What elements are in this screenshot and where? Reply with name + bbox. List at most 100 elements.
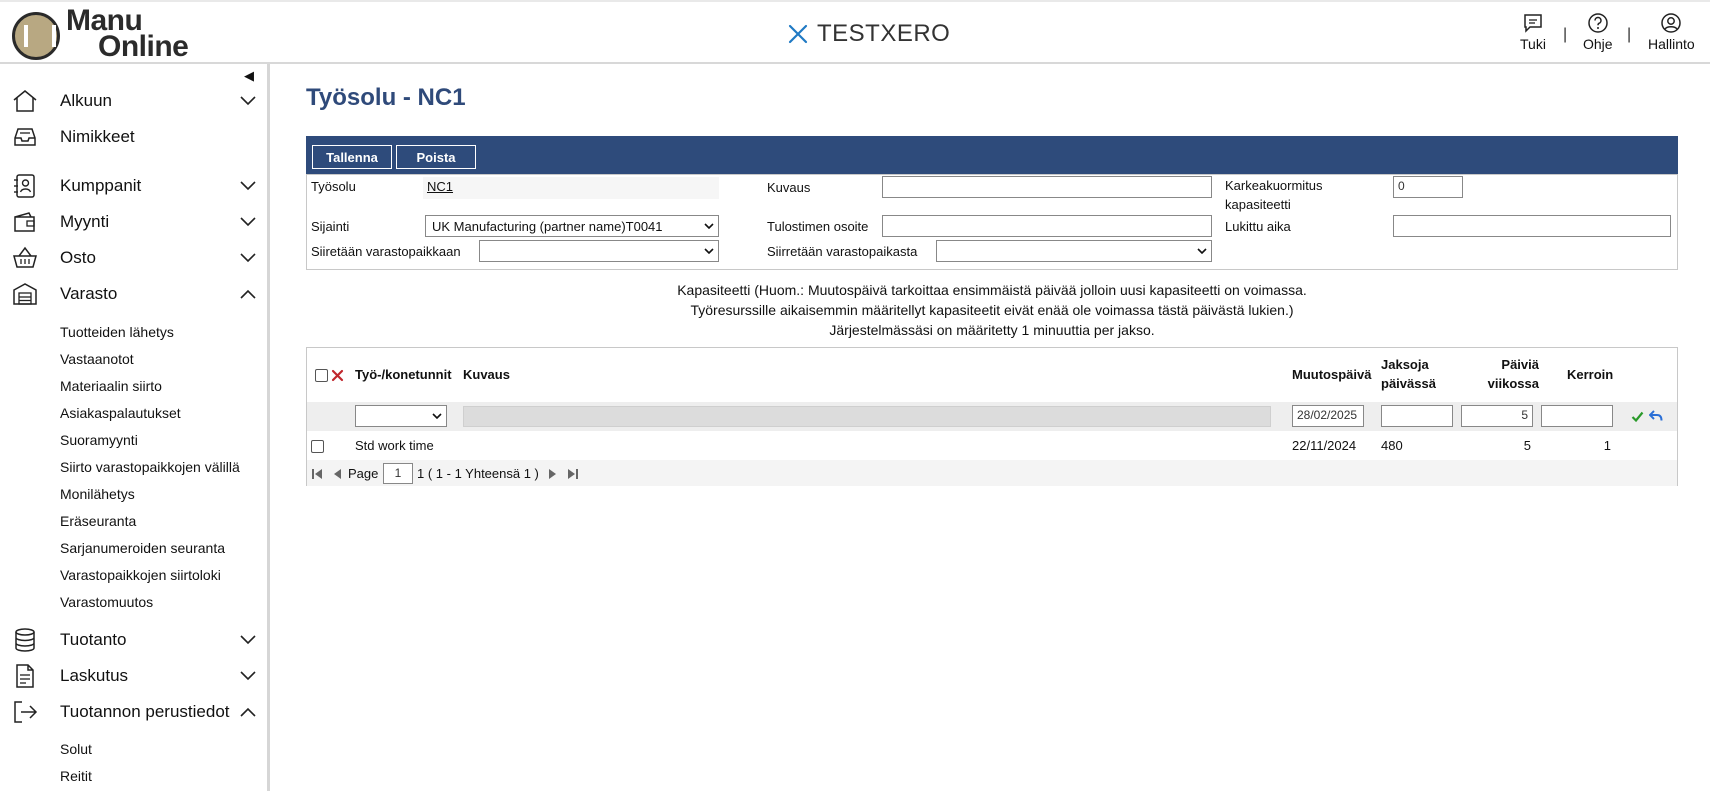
admin-button[interactable]: Hallinto xyxy=(1648,12,1695,52)
page-label: Page xyxy=(348,466,379,481)
chevron-down-icon xyxy=(240,217,256,227)
submenu-item[interactable]: Solut xyxy=(60,741,92,757)
periods-input[interactable] xyxy=(1381,405,1453,427)
logo-text-line2: Online xyxy=(98,30,189,63)
help-button[interactable]: Ohje xyxy=(1583,12,1613,52)
sidebar-item-kumppanit[interactable]: Kumppanit xyxy=(0,171,268,201)
move-from-select[interactable] xyxy=(936,240,1212,262)
sidebar-item-label: Tuotannon perustiedot xyxy=(60,702,230,721)
chevron-down-icon xyxy=(240,635,256,645)
sidebar-item-label: Varasto xyxy=(60,284,118,303)
chevron-down-icon xyxy=(240,96,256,106)
submenu-item[interactable]: Sarjanumeroiden seuranta xyxy=(60,540,225,556)
col-header-change-date: Muutospäivä xyxy=(1292,367,1372,382)
workcell-form: Työsolu NC1 Kuvaus Karkeakuormitus kapas… xyxy=(306,174,1678,270)
sidebar-item-tuotanto[interactable]: Tuotanto xyxy=(0,625,268,655)
chevron-up-icon xyxy=(240,707,256,717)
support-button[interactable]: Tuki xyxy=(1520,12,1546,52)
collapse-sidebar-icon[interactable]: ◀ xyxy=(244,68,254,84)
chevron-down-icon xyxy=(704,223,714,229)
company-label: TESTXERO xyxy=(817,20,951,47)
document-icon xyxy=(16,664,34,688)
undo-icon[interactable] xyxy=(1649,409,1663,423)
first-page-icon[interactable] xyxy=(311,468,323,480)
confirm-check-icon[interactable] xyxy=(1631,410,1644,423)
sidebar-item-label: Tuotanto xyxy=(60,630,127,649)
submenu-item[interactable]: Monilähetys xyxy=(60,486,135,502)
help-icon xyxy=(1588,13,1608,33)
chevron-down-icon xyxy=(704,248,714,254)
chevron-down-icon xyxy=(240,671,256,681)
action-toolbar: Tallenna Poista xyxy=(306,136,1678,174)
submenu-item[interactable]: Suoramyynti xyxy=(60,432,138,448)
sidebar-item-label: Laskutus xyxy=(60,666,129,685)
note-line: Järjestelmässäsi on määritetty 1 minuutt… xyxy=(829,322,1155,338)
workcell-label: Työsolu xyxy=(311,179,356,194)
sidebar-item-osto[interactable]: Osto xyxy=(0,243,268,273)
workcell-value[interactable]: NC1 xyxy=(427,179,453,194)
location-select[interactable]: UK Manufacturing (partner name)T0041 xyxy=(425,215,719,237)
move-to-label: Siiretään varastopaikkaan xyxy=(311,244,461,259)
move-to-select[interactable] xyxy=(479,240,719,262)
description-input[interactable] xyxy=(882,176,1212,198)
submenu-item[interactable]: Asiakaspalautukset xyxy=(60,405,181,421)
last-page-icon[interactable] xyxy=(567,468,579,480)
tool-separator: | xyxy=(1563,26,1568,43)
row-periods: 480 xyxy=(1381,438,1403,453)
new-capacity-row: 28/02/2025 5 xyxy=(307,402,1677,431)
support-label: Tuki xyxy=(1520,36,1546,52)
manu-online-logo[interactable]: Manu Online xyxy=(12,6,212,63)
login-icon xyxy=(14,701,38,723)
sidebar-item-varasto[interactable]: Varasto xyxy=(0,279,268,309)
locked-time-label: Lukittu aika xyxy=(1225,219,1291,234)
page-summary: 1 ( 1 - 1 Yhteensä 1 ) xyxy=(417,466,539,481)
days-input[interactable]: 5 xyxy=(1461,405,1533,427)
contacts-icon xyxy=(14,174,35,198)
submenu-item[interactable]: Siirto varastopaikkojen välillä xyxy=(60,459,240,475)
chat-icon xyxy=(1524,14,1542,33)
sidebar-item-laskutus[interactable]: Laskutus xyxy=(0,661,268,691)
printer-input[interactable] xyxy=(882,215,1212,237)
submenu-item[interactable]: Materiaalin siirto xyxy=(60,378,162,394)
factor-input[interactable] xyxy=(1541,405,1613,427)
row-checkbox[interactable] xyxy=(311,440,324,453)
locked-time-input[interactable] xyxy=(1393,215,1671,237)
chevron-down-icon xyxy=(1197,248,1207,254)
save-button[interactable]: Tallenna xyxy=(312,145,392,169)
submenu-item[interactable]: Eräseuranta xyxy=(60,513,136,529)
sidebar-item-myynti[interactable]: Myynti xyxy=(0,207,268,237)
chevron-down-icon xyxy=(432,413,442,419)
row-factor: 1 xyxy=(1603,438,1611,453)
wallet-icon xyxy=(14,212,35,232)
prev-page-icon[interactable] xyxy=(331,468,343,480)
submenu-item[interactable]: Varastomuutos xyxy=(60,594,153,610)
row-change-date: 22/11/2024 xyxy=(1292,438,1357,453)
warehouse-icon xyxy=(13,283,37,305)
sidebar-item-nimikkeet[interactable]: Nimikkeet xyxy=(0,122,268,152)
submenu-item[interactable]: Tuotteiden lähetys xyxy=(60,324,174,340)
rough-load-input[interactable]: 0 xyxy=(1393,176,1463,198)
capacity-grid: Työ-/konetunnit Kuvaus Muutospäivä Jakso… xyxy=(306,347,1678,486)
col-header-periods: Jaksoja päivässä xyxy=(1381,357,1436,391)
sidebar-item-label: Kumppanit xyxy=(60,176,142,195)
delete-selected-icon[interactable] xyxy=(331,369,344,382)
sidebar-item-tuotannon-perustiedot[interactable]: Tuotannon perustiedot xyxy=(0,697,268,727)
unit-select[interactable] xyxy=(355,405,447,427)
description-label: Kuvaus xyxy=(767,180,811,195)
row-days: 5 xyxy=(1523,438,1531,453)
help-label: Ohje xyxy=(1583,36,1613,52)
delete-button[interactable]: Poista xyxy=(396,145,476,169)
move-from-label: Siirretään varastopaikasta xyxy=(767,244,918,259)
sidebar-item-label: Osto xyxy=(60,248,96,267)
next-page-icon[interactable] xyxy=(547,468,559,480)
submenu-item[interactable]: Vastaanotot xyxy=(60,351,134,367)
change-date-input[interactable]: 28/02/2025 xyxy=(1292,405,1364,427)
tool-separator: | xyxy=(1627,26,1632,43)
sidebar-item-alkuun[interactable]: Alkuun xyxy=(0,86,268,116)
page-number-input[interactable]: 1 xyxy=(383,463,413,484)
select-all-checkbox[interactable] xyxy=(315,369,328,382)
location-selected: UK Manufacturing (partner name)T0041 xyxy=(432,218,663,234)
submenu-item[interactable]: Reitit xyxy=(60,768,92,784)
submenu-item[interactable]: Varastopaikkojen siirtoloki xyxy=(60,567,221,583)
capacity-note: Kapasiteetti (Huom.: Muutospäivä tarkoit… xyxy=(306,280,1678,340)
